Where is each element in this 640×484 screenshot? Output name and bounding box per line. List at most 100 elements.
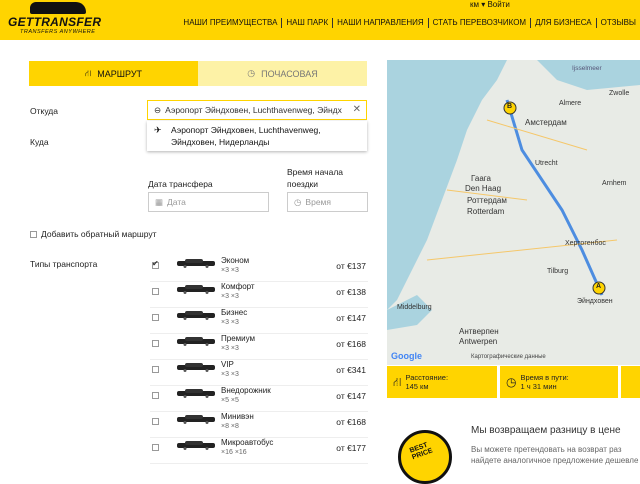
- brand-tagline: TRANSFERS ANYWHERE: [20, 29, 96, 35]
- back-arrow-icon[interactable]: ⊖: [154, 105, 161, 116]
- transport-checkbox[interactable]: [152, 418, 159, 425]
- transport-price: от €341: [336, 365, 366, 375]
- logo[interactable]: GETTRANSFER TRANSFERS ANYWHERE: [8, 2, 108, 36]
- transport-name: Внедорожник: [221, 386, 271, 395]
- nav-become-carrier[interactable]: СТАТЬ ПЕРЕВОЗЧИКОМ: [427, 18, 530, 28]
- distance-box: ⛙ Расстояние: 145 км: [387, 366, 497, 398]
- transport-capacity: ×3 ×3: [221, 267, 239, 274]
- airplane-icon: ✈: [154, 125, 162, 135]
- transport-row[interactable]: Эконом ×3 ×3 от €137: [150, 256, 368, 282]
- map-city-label: Zwolle: [609, 90, 630, 97]
- clock-icon: ◷: [247, 68, 256, 78]
- return-route-label: Добавить обратный маршрут: [41, 229, 157, 239]
- transport-capacity: ×3 ×3: [221, 371, 239, 378]
- transport-row[interactable]: Минивэн ×8 ×8 от €168: [150, 412, 368, 438]
- map-city-label: Arnhem: [602, 180, 627, 187]
- transport-capacity: ×3 ×3: [221, 293, 239, 300]
- transport-capacity: ×3 ×3: [221, 319, 239, 326]
- from-input[interactable]: ⊖ Аэропорт Эйндховен, Luchthavenweg, Эйн…: [147, 100, 367, 120]
- best-price-badge: BEST PRICE: [398, 430, 452, 484]
- transport-name: Эконом: [221, 256, 250, 265]
- transport-checkbox[interactable]: [152, 288, 159, 295]
- transport-name: Комфорт: [221, 282, 255, 291]
- car-icon: [177, 337, 215, 346]
- nav-fleet[interactable]: НАШ ПАРК: [281, 18, 332, 28]
- transport-price: от €168: [336, 417, 366, 427]
- tab-hourly[interactable]: ◷ ПОЧАСОВАЯ: [198, 61, 367, 86]
- route-map[interactable]: B A Амстердам Гаага Den Haag Роттердам R…: [387, 60, 640, 365]
- suggestion-line-1: Аэропорт Эйндховен, Luchthavenweg,: [171, 125, 321, 135]
- marker-a-label: A: [596, 283, 602, 290]
- transport-types-label: Типы транспорта: [30, 259, 98, 269]
- distance-value: 145 км: [405, 382, 429, 391]
- return-route-checkbox[interactable]: [30, 231, 37, 239]
- map-city-label: Den Haag: [465, 184, 502, 193]
- transport-row[interactable]: Бизнес ×3 ×3 от €147: [150, 308, 368, 334]
- brand-name: GETTRANSFER: [8, 15, 102, 29]
- header: GETTRANSFER TRANSFERS ANYWHERE км ▾ Войт…: [0, 0, 640, 40]
- autocomplete-suggestion[interactable]: ✈ Аэропорт Эйндховен, Luchthavenweg, Эйн…: [147, 121, 367, 151]
- promo-title: Мы возвращаем разницу в цене: [471, 425, 621, 436]
- promo-text-line-1: Вы можете претендовать на возврат раз: [471, 445, 622, 454]
- transport-checkbox[interactable]: [152, 259, 159, 269]
- map-attribution[interactable]: Картографические данные: [471, 354, 546, 360]
- route-icon: ⛙: [84, 67, 92, 78]
- nav-reviews[interactable]: ОТЗЫВЫ: [595, 18, 640, 28]
- transport-name: Минивэн: [221, 412, 254, 421]
- tab-route-label: МАРШРУТ: [97, 68, 143, 79]
- clear-icon[interactable]: ✕: [353, 104, 361, 115]
- map-city-label: Амстердам: [525, 118, 567, 127]
- transport-checkbox[interactable]: [152, 366, 159, 373]
- transport-checkbox[interactable]: [152, 444, 159, 451]
- map-city-label: Гаага: [471, 174, 491, 183]
- transport-capacity: ×16 ×16: [221, 449, 247, 456]
- car-icon: [177, 389, 215, 398]
- time-placeholder: Время: [305, 197, 331, 207]
- tab-hourly-label: ПОЧАСОВАЯ: [261, 68, 318, 79]
- route-summary: ⛙ Расстояние: 145 км ◷ Время в пути: 1 ч 3…: [387, 366, 640, 398]
- transport-row[interactable]: Премиум ×3 ×3 от €168: [150, 334, 368, 360]
- transport-name: Бизнес: [221, 308, 248, 317]
- return-route-option[interactable]: Добавить обратный маршрут: [30, 229, 157, 239]
- nav-business[interactable]: ДЛЯ БИЗНЕСА: [530, 18, 596, 28]
- map-city-label: Almere: [559, 100, 582, 107]
- transport-price: от €137: [336, 261, 366, 271]
- map-city-label: Rotterdam: [467, 207, 505, 216]
- time-input[interactable]: ◷ Время: [287, 192, 368, 212]
- transport-row[interactable]: Внедорожник ×5 ×5 от €147: [150, 386, 368, 412]
- car-icon: [177, 441, 215, 450]
- google-logo: Google: [391, 351, 422, 361]
- transport-checkbox[interactable]: [152, 392, 159, 399]
- transport-row[interactable]: VIP ×3 ×3 от €341: [150, 360, 368, 386]
- main-nav: НАШИ ПРЕИМУЩЕСТВА НАШ ПАРК НАШИ НАПРАВЛЕ…: [179, 18, 640, 28]
- transport-name: Микроавтобус: [221, 438, 274, 447]
- road-icon: ⛙: [393, 374, 402, 389]
- clock-icon: ◷: [506, 374, 517, 389]
- nav-advantages[interactable]: НАШИ ПРЕИМУЩЕСТВА: [179, 18, 281, 28]
- date-input[interactable]: ▦ Дата: [148, 192, 269, 212]
- transport-name: Премиум: [221, 334, 256, 343]
- booking-tabs: ⛙ МАРШРУТ ◷ ПОЧАСОВАЯ: [29, 61, 367, 86]
- transport-row[interactable]: Комфорт ×3 ×3 от €138: [150, 282, 368, 308]
- transport-capacity: ×3 ×3: [221, 345, 239, 352]
- transport-row[interactable]: Микроавтобус ×16 ×16 от €177: [150, 438, 368, 464]
- car-icon: [177, 415, 215, 424]
- nav-destinations[interactable]: НАШИ НАПРАВЛЕНИЯ: [332, 18, 427, 28]
- transport-checkbox[interactable]: [152, 314, 159, 321]
- transport-capacity: ×8 ×8: [221, 423, 239, 430]
- transport-name: VIP: [221, 360, 234, 369]
- map-city-label: Хертогенбос: [565, 240, 606, 247]
- date-label: Дата трансфера: [148, 179, 213, 189]
- from-value: Аэропорт Эйндховен, Luchthavenweg, Эйндх: [165, 105, 342, 115]
- tab-route[interactable]: ⛙ МАРШРУТ: [29, 61, 198, 86]
- transport-price: от €168: [336, 339, 366, 349]
- to-label: Куда: [30, 137, 49, 147]
- extra-box: [621, 366, 640, 398]
- transport-checkbox[interactable]: [152, 340, 159, 347]
- top-strip[interactable]: км ▾ Войти: [470, 0, 510, 9]
- map-city-label: Антверпен: [459, 327, 499, 336]
- map-city-label: Middelburg: [397, 304, 432, 311]
- time-label-2: поездки: [287, 179, 319, 189]
- map-city-label: Роттердам: [467, 196, 507, 205]
- suggestion-line-2: Эйндховен, Нидерланды: [171, 137, 270, 147]
